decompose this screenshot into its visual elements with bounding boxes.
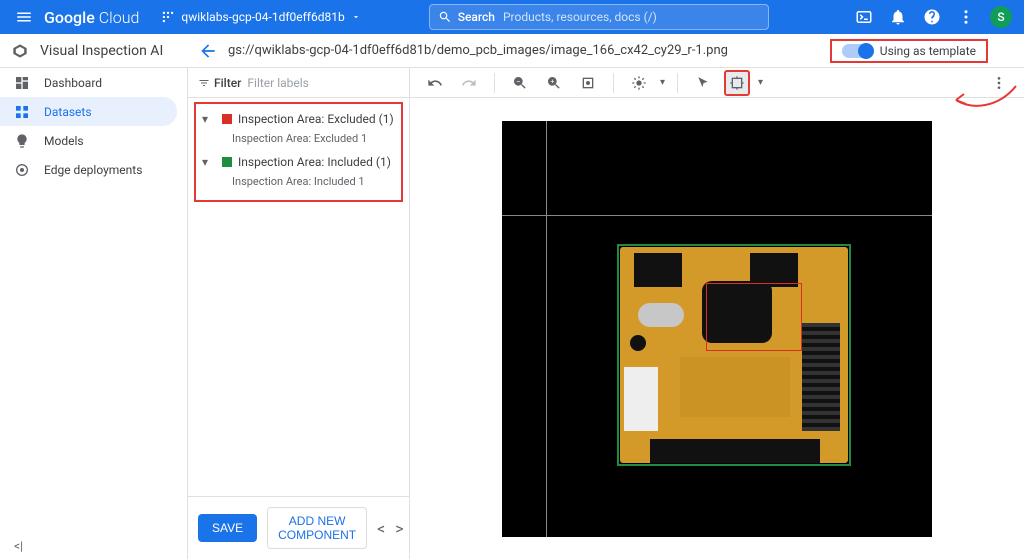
sidebar-item-models[interactable]: Models	[0, 126, 187, 155]
search-input[interactable]: Search Products, resources, docs (/)	[429, 4, 769, 30]
brand-suffix: Cloud	[99, 8, 140, 27]
grid-line	[546, 121, 547, 537]
save-button[interactable]: SAVE	[198, 514, 257, 542]
chevron-down-icon	[351, 12, 361, 22]
models-icon	[14, 133, 34, 149]
label-group-title: Inspection Area: Included (1)	[238, 155, 391, 169]
header-actions: S	[854, 6, 1012, 28]
pager: < >	[377, 519, 404, 538]
annotation-arrow-icon	[948, 82, 1018, 118]
sidebar-item-label: Datasets	[44, 105, 92, 119]
image-stage	[502, 121, 932, 537]
filter-label: Filter	[214, 76, 241, 90]
label-group-title: Inspection Area: Excluded (1)	[238, 112, 394, 126]
editor-toolbar: ▾ ▾	[410, 68, 1024, 98]
filter-icon	[198, 77, 210, 89]
template-toggle[interactable]: Using as template	[830, 39, 988, 63]
search-icon	[438, 10, 452, 24]
datasets-icon	[14, 104, 34, 120]
brand-logo[interactable]: Google Cloud	[44, 8, 139, 27]
filter-placeholder: Filter labels	[247, 76, 308, 90]
labels-filter[interactable]: Filter Filter labels	[188, 68, 409, 98]
subheader: Visual Inspection AI gs://qwiklabs-gcp-0…	[0, 34, 1024, 68]
labels-footer: SAVE ADD NEW COMPONENT < >	[188, 496, 409, 559]
more-icon[interactable]	[956, 7, 976, 27]
prev-image-button[interactable]: <	[377, 519, 385, 538]
label-tree: ▾ Inspection Area: Excluded (1) Inspecti…	[194, 102, 403, 202]
swatch-icon	[222, 157, 232, 167]
cloud-shell-icon[interactable]	[854, 7, 874, 27]
search-label: Search	[458, 10, 495, 24]
zoom-out-button[interactable]	[507, 70, 533, 96]
sidebar-item-dashboard[interactable]: Dashboard	[0, 68, 187, 97]
redo-button[interactable]	[456, 70, 482, 96]
sidebar-item-edge[interactable]: Edge deployments	[0, 155, 187, 184]
caret-down-icon: ▾	[202, 155, 216, 169]
included-area-box[interactable]	[617, 244, 851, 466]
caret-down-icon: ▾	[202, 112, 216, 126]
sidebar: Dashboard Datasets Models Edge deploymen…	[0, 68, 188, 559]
product-label: Visual Inspection AI	[40, 43, 163, 59]
excluded-area-box[interactable]	[706, 283, 802, 351]
image-viewport[interactable]	[410, 98, 1024, 559]
product-icon	[10, 41, 30, 61]
menu-icon[interactable]	[12, 5, 36, 29]
zoom-in-button[interactable]	[541, 70, 567, 96]
add-component-button[interactable]: ADD NEW COMPONENT	[267, 507, 367, 549]
sidebar-item-datasets[interactable]: Datasets	[0, 97, 177, 126]
sidebar-item-label: Edge deployments	[44, 163, 142, 177]
next-image-button[interactable]: >	[395, 519, 403, 538]
dashboard-icon	[14, 75, 34, 91]
brand-prefix: Google	[44, 8, 95, 27]
fit-button[interactable]	[575, 70, 601, 96]
box-tool-dropdown-icon[interactable]: ▾	[758, 77, 763, 88]
top-header: Google Cloud qwiklabs-gcp-04-1df0eff6d81…	[0, 0, 1024, 34]
project-icon	[161, 10, 175, 24]
image-path: gs://qwiklabs-gcp-04-1df0eff6d81b/demo_p…	[228, 43, 830, 58]
label-group-excluded[interactable]: ▾ Inspection Area: Excluded (1)	[202, 112, 395, 126]
collapse-sidebar[interactable]: <|	[0, 533, 187, 559]
sidebar-item-label: Dashboard	[44, 76, 102, 90]
labels-panel: Filter Filter labels ▾ Inspection Area: …	[188, 68, 410, 559]
edge-icon	[14, 162, 34, 178]
back-button[interactable]	[198, 41, 218, 61]
project-name: qwiklabs-gcp-04-1df0eff6d81b	[181, 10, 344, 24]
product-title: Visual Inspection AI	[0, 41, 188, 61]
notifications-icon[interactable]	[888, 7, 908, 27]
label-item-excluded-1[interactable]: Inspection Area: Excluded 1	[202, 126, 395, 147]
avatar[interactable]: S	[990, 6, 1012, 28]
undo-button[interactable]	[422, 70, 448, 96]
search-placeholder: Products, resources, docs (/)	[503, 10, 657, 24]
pointer-tool[interactable]	[690, 70, 716, 96]
box-tool[interactable]	[724, 70, 750, 96]
grid-line	[502, 215, 932, 216]
project-selector[interactable]: qwiklabs-gcp-04-1df0eff6d81b	[153, 6, 368, 28]
swatch-icon	[222, 114, 232, 124]
toggle-label: Using as template	[880, 44, 976, 58]
toggle-switch-icon	[842, 44, 872, 58]
help-icon[interactable]	[922, 7, 942, 27]
sidebar-item-label: Models	[44, 134, 84, 148]
canvas-area: ▾ ▾	[410, 68, 1024, 559]
label-item-included-1[interactable]: Inspection Area: Included 1	[202, 169, 395, 190]
label-group-included[interactable]: ▾ Inspection Area: Included (1)	[202, 155, 395, 169]
brightness-button[interactable]	[626, 70, 652, 96]
brightness-dropdown-icon[interactable]: ▾	[660, 77, 665, 88]
